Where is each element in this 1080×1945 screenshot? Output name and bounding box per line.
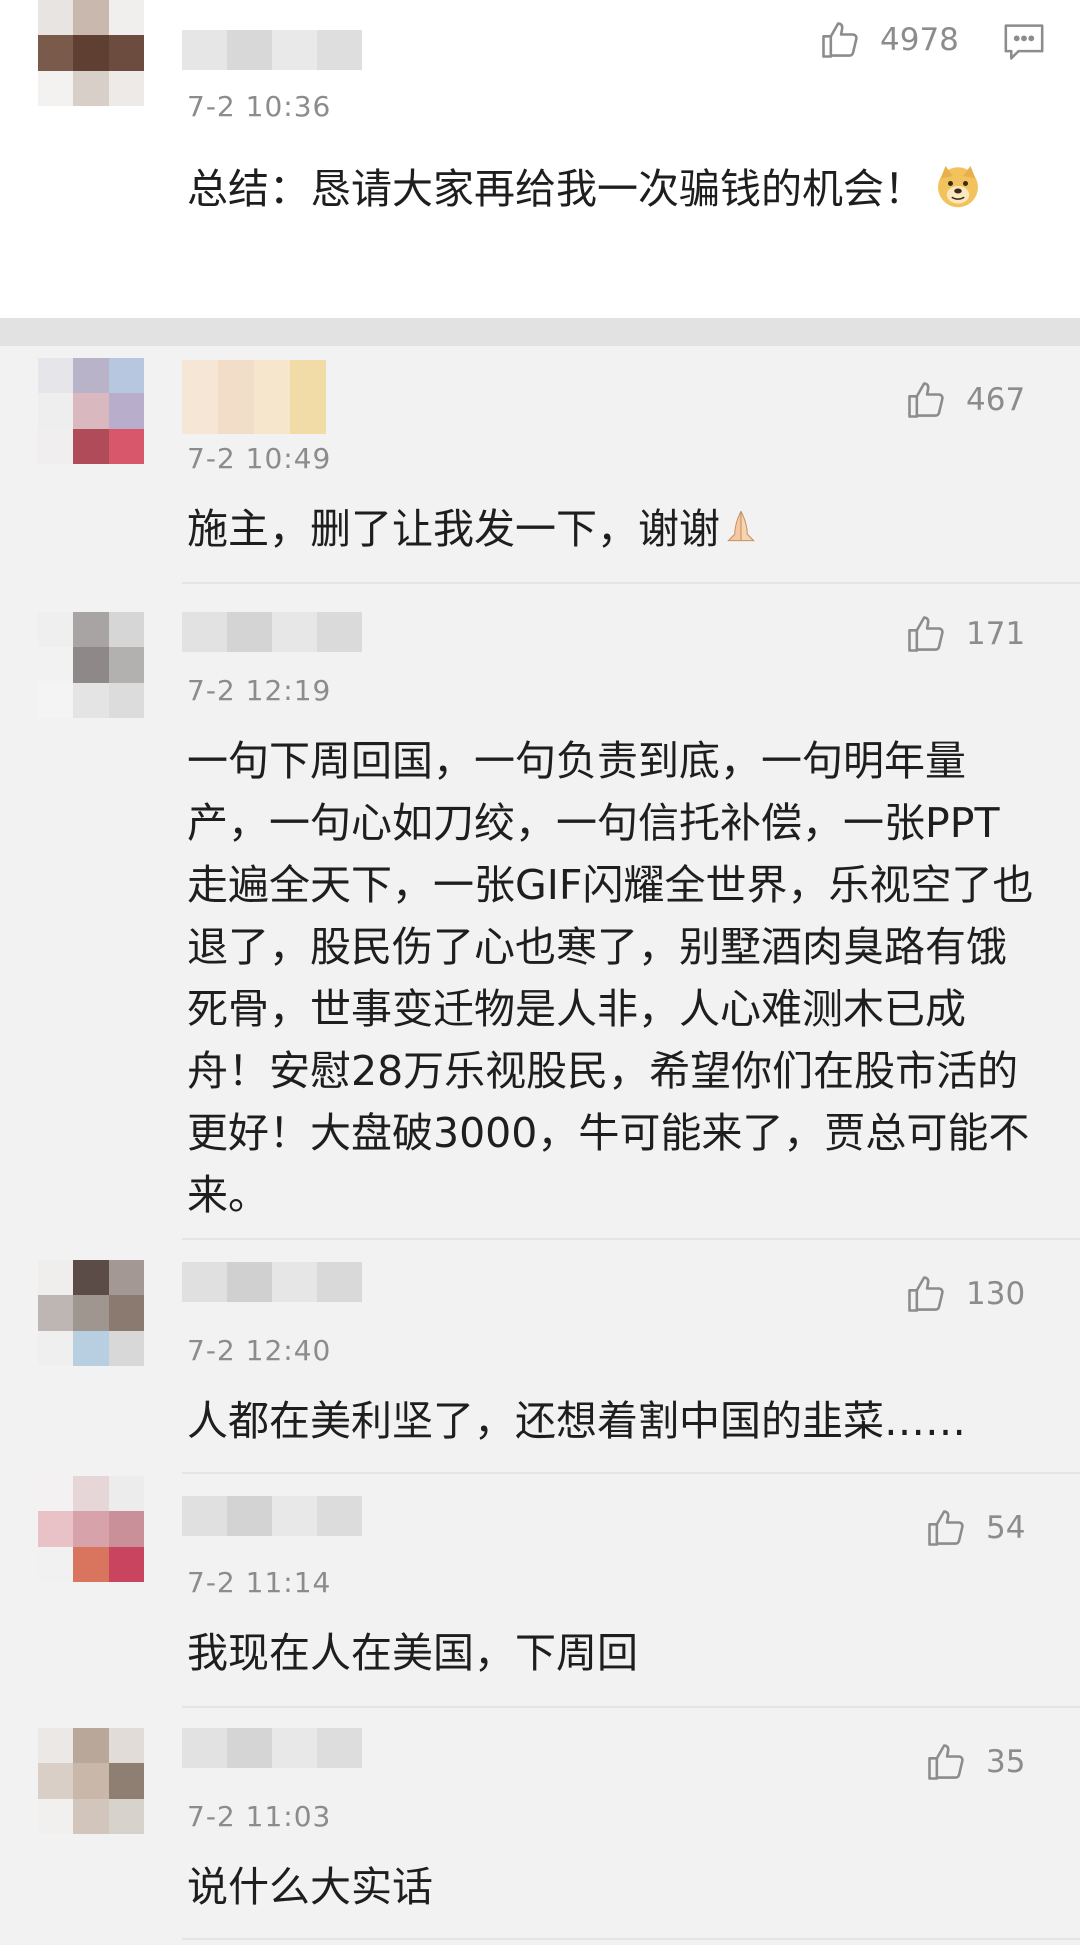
avatar[interactable] [38, 1476, 144, 1582]
comment-separator [182, 1472, 1080, 1474]
comment-separator [182, 1706, 1080, 1708]
comment-text: 一句下周回国，一句负责到底，一句明年量产，一句心如刀绞，一句信托补偿，一张PPT… [187, 737, 1034, 1219]
like-count: 35 [986, 1744, 1026, 1780]
like-count: 4978 [880, 22, 959, 58]
comment-text: 人都在美利坚了，还想着割中国的韭菜…… [187, 1397, 966, 1445]
thumbs-up-icon [928, 1744, 964, 1780]
like-count: 54 [986, 1510, 1026, 1546]
comment-time: 7-2 11:14 [187, 1566, 332, 1599]
comment-text: 施主，删了让我发一下，谢谢 [187, 498, 1027, 560]
avatar[interactable] [38, 358, 144, 464]
like-button[interactable]: 54 [924, 1506, 1025, 1550]
username-redacted[interactable] [182, 1262, 362, 1302]
like-count: 171 [966, 616, 1026, 652]
like-button[interactable]: 467 [904, 378, 1025, 422]
like-button[interactable]: 4978 [818, 18, 959, 62]
pray-icon [727, 510, 755, 542]
like-button[interactable]: 130 [904, 1272, 1025, 1316]
thumbs-up-icon [908, 1276, 944, 1312]
comment-time: 7-2 12:40 [187, 1334, 332, 1367]
doge-icon [938, 166, 978, 208]
comment-icon[interactable] [1002, 22, 1046, 62]
comment-time: 7-2 10:36 [187, 90, 332, 123]
comment-separator [182, 582, 1080, 584]
avatar[interactable] [38, 1728, 144, 1834]
comment-time: 7-2 12:19 [187, 674, 332, 707]
comment-text: 说什么大实话 [187, 1863, 433, 1911]
avatar[interactable] [38, 0, 144, 106]
thumbs-up-icon [928, 1510, 964, 1546]
username-redacted[interactable] [182, 30, 362, 70]
avatar[interactable] [38, 1260, 144, 1366]
thumbs-up-icon [908, 616, 944, 652]
like-button[interactable]: 171 [904, 612, 1025, 656]
avatar[interactable] [38, 612, 144, 718]
comment-time: 7-2 11:03 [187, 1800, 332, 1833]
username-redacted[interactable] [182, 1728, 362, 1768]
username-redacted[interactable] [182, 360, 326, 434]
thumbs-up-icon [908, 382, 944, 418]
like-count: 467 [966, 382, 1026, 418]
section-divider [0, 318, 1080, 346]
comment-separator [182, 1238, 1080, 1240]
username-redacted[interactable] [182, 1496, 362, 1536]
comment-separator [182, 1938, 1080, 1940]
comment-text: 总结：恳请大家再给我一次骗钱的机会！ [187, 158, 987, 220]
username-redacted[interactable] [182, 612, 362, 652]
like-button[interactable]: 35 [924, 1740, 1025, 1784]
comment-text: 我现在人在美国，下周回 [187, 1629, 638, 1677]
thumbs-up-icon [822, 22, 858, 58]
like-count: 130 [966, 1276, 1026, 1312]
comment-time: 7-2 10:49 [187, 442, 332, 475]
